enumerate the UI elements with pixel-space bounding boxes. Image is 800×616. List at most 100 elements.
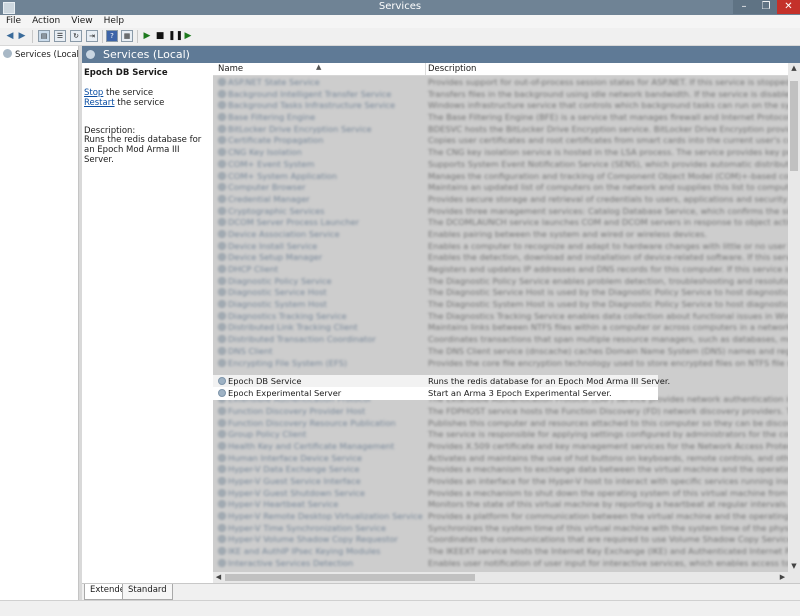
service-row[interactable]: DNS Client The DNS Client service (dnscac… (213, 345, 788, 357)
tab-standard[interactable]: Standard (122, 584, 173, 600)
service-row[interactable]: Diagnostics Tracking Service The Diagnost… (213, 310, 788, 322)
service-row[interactable]: Epoch DB Service Runs the redis database … (213, 375, 670, 387)
services-window: Services – ❐ ✕ File Action View Help ◀ ▶ ▤ … (0, 0, 800, 616)
service-row[interactable]: Certificate Propagation Copies user certi… (213, 134, 788, 146)
service-row[interactable]: Computer Browser Maintains an updated lis… (213, 181, 788, 193)
service-row[interactable]: BitLocker Drive Encryption Service BDESVC… (213, 123, 788, 135)
stop-service-link[interactable]: Stop (84, 88, 103, 98)
service-row[interactable]: Hyper-V Data Exchange Service Provides a … (213, 463, 788, 475)
service-row[interactable]: Human Interface Device Service Activates … (213, 452, 788, 464)
service-row[interactable]: Hyper-V Volume Shadow Copy Requestor Coor… (213, 533, 788, 545)
service-row[interactable]: CNG Key Isolation The CNG key isolation s… (213, 146, 788, 158)
column-divider[interactable] (425, 63, 426, 75)
service-description-cell: Windows infrastructure service that cont… (428, 100, 788, 111)
title-bar[interactable]: Services – ❐ ✕ (0, 0, 800, 15)
service-description-cell: Activates and maintains the use of hot b… (428, 452, 788, 463)
service-row[interactable]: Diagnostic System Host The Diagnostic Sys… (213, 298, 788, 310)
service-row[interactable]: Hyper-V Guest Service Interface Provides … (213, 475, 788, 487)
horizontal-scrollbar[interactable]: ◀ ▶ (213, 572, 788, 583)
service-row[interactable]: IKE and AuthIP IPsec Keying Modules The I… (213, 545, 788, 557)
menu-view[interactable]: View (65, 15, 97, 26)
extended-description-panel: Epoch DB Service Stop the service Restar… (82, 63, 212, 583)
service-gear-icon (218, 488, 226, 497)
service-gear-icon (218, 311, 226, 320)
service-name-cell: Computer Browser (228, 182, 306, 193)
service-row[interactable]: Function Discovery Provider Host The FDPH… (213, 405, 788, 417)
tree-item-services-local[interactable]: Services (Local) (3, 49, 82, 60)
scroll-up-arrow-icon[interactable]: ▲ (788, 63, 800, 74)
refresh-icon[interactable]: ↻ (70, 30, 82, 42)
service-name-cell: DHCP Client (228, 264, 279, 274)
service-name-cell: Function Discovery Resource Publication (228, 417, 396, 428)
service-row[interactable]: Hyper-V Guest Shutdown Service Provides a… (213, 487, 788, 499)
scroll-left-arrow-icon[interactable]: ◀ (213, 572, 224, 583)
service-name-cell: Credential Manager (228, 193, 310, 204)
menu-action[interactable]: Action (26, 15, 65, 26)
service-row[interactable]: Background Tasks Infrastructure Service W… (213, 99, 788, 111)
rows-below: Extensible Authentication ProtocolThe Ex… (213, 393, 788, 568)
service-row[interactable]: Credential Manager Provides secure storag… (213, 193, 788, 205)
service-name-cell: Hyper-V Volume Shadow Copy Requestor (228, 534, 398, 545)
service-description-cell: Maintains links between NTFS files withi… (428, 322, 788, 333)
service-row[interactable]: Health Key and Certificate Management Pro… (213, 440, 788, 452)
list-view-icon[interactable]: ☰ (54, 30, 66, 42)
service-description-cell: Provides a mechanism to exchange data be… (428, 464, 788, 475)
service-row[interactable]: Distributed Link Tracking Client Maintain… (213, 321, 788, 333)
service-row[interactable]: Cryptographic Services Provides three man… (213, 205, 788, 217)
service-row[interactable]: Background Intelligent Transfer Service T… (213, 88, 788, 100)
service-description-cell: The CNG key isolation service is hosted … (428, 147, 788, 158)
service-row[interactable]: Base Filtering Engine The Base Filtering … (213, 111, 788, 123)
minimize-button[interactable]: – (733, 0, 755, 14)
service-row[interactable]: Device Association Service Enables pairin… (213, 228, 788, 240)
restart-service-link[interactable]: Restart (84, 98, 115, 108)
service-row[interactable]: Diagnostic Service Host The Diagnostic Se… (213, 286, 788, 298)
export-list-icon[interactable]: ⇥ (86, 30, 98, 42)
service-row[interactable]: DCOM Server Process Launcher The DCOMLAUN… (213, 216, 788, 228)
service-description-cell: The DCOMLAUNCH service launches COM and … (428, 217, 788, 228)
column-description[interactable]: Description (428, 64, 476, 74)
scroll-right-arrow-icon[interactable]: ▶ (777, 572, 788, 583)
service-row[interactable]: Hyper-V Remote Desktop Virtualization Se… (213, 510, 788, 522)
toolbar-separator (102, 30, 103, 43)
close-button[interactable]: ✕ (777, 0, 800, 14)
back-arrow-icon[interactable]: ◀ (4, 30, 16, 42)
vertical-scrollbar[interactable]: ▲ ▼ (788, 63, 800, 572)
service-row[interactable]: ASP.NET State Service Provides support fo… (213, 76, 788, 88)
maximize-button[interactable]: ❐ (755, 0, 777, 14)
start-service-icon[interactable]: ▶ (141, 30, 153, 42)
menu-help[interactable]: Help (98, 15, 130, 26)
service-row[interactable]: COM+ System Application Manages the confi… (213, 170, 788, 182)
menu-file[interactable]: File (0, 15, 26, 26)
service-row[interactable]: Distributed Transaction Coordinator Coord… (213, 333, 788, 345)
vertical-scroll-thumb[interactable] (790, 81, 798, 171)
service-row[interactable]: Interactive Services Detection Enables us… (213, 557, 788, 569)
service-gear-icon (218, 136, 226, 145)
scroll-down-arrow-icon[interactable]: ▼ (788, 561, 800, 572)
description-text: Runs the redis database for an Epoch Mod… (84, 135, 202, 165)
service-row[interactable]: Function Discovery Resource Publication P… (213, 417, 788, 429)
service-row[interactable]: Epoch Experimental Server Start an Arma 3… (213, 387, 658, 399)
service-row[interactable]: Encrypting File System (EFS) Provides the… (213, 357, 788, 369)
stop-line-text: the service (106, 88, 154, 98)
service-row[interactable]: DHCP Client Registers and updates IP addr… (213, 263, 788, 275)
service-row[interactable]: Hyper-V Heartbeat Service Monitors the st… (213, 498, 788, 510)
restart-service-icon[interactable]: ▶ (182, 30, 194, 42)
service-row[interactable]: Diagnostic Policy Service The Diagnostic … (213, 275, 788, 287)
service-row[interactable]: Hyper-V Time Synchronization Service Sync… (213, 522, 788, 534)
service-name-cell: Diagnostic Policy Service (228, 275, 332, 286)
forward-arrow-icon[interactable]: ▶ (16, 30, 28, 42)
service-name-cell: BitLocker Drive Encryption Service (228, 123, 372, 134)
help-icon[interactable]: ? (106, 30, 118, 42)
service-name-cell: Device Install Service (228, 240, 318, 251)
service-row[interactable]: Device Setup Manager Enables the detectio… (213, 251, 788, 263)
service-row[interactable]: Group Policy Client The service is respon… (213, 428, 788, 440)
properties-icon[interactable]: ▦ (121, 30, 133, 42)
service-row[interactable]: COM+ Event System Supports System Event N… (213, 158, 788, 170)
stop-service-icon[interactable]: ■ (154, 30, 166, 42)
service-description-cell: Provides support for out-of-process sess… (428, 77, 788, 87)
horizontal-scroll-thumb[interactable] (225, 574, 475, 581)
service-row[interactable]: Device Install Service Enables a computer… (213, 240, 788, 252)
service-name-cell: Diagnostic Service Host (228, 287, 327, 298)
pause-service-icon[interactable]: ❚❚ (168, 30, 183, 42)
console-tree-icon[interactable]: ▤ (38, 30, 50, 42)
